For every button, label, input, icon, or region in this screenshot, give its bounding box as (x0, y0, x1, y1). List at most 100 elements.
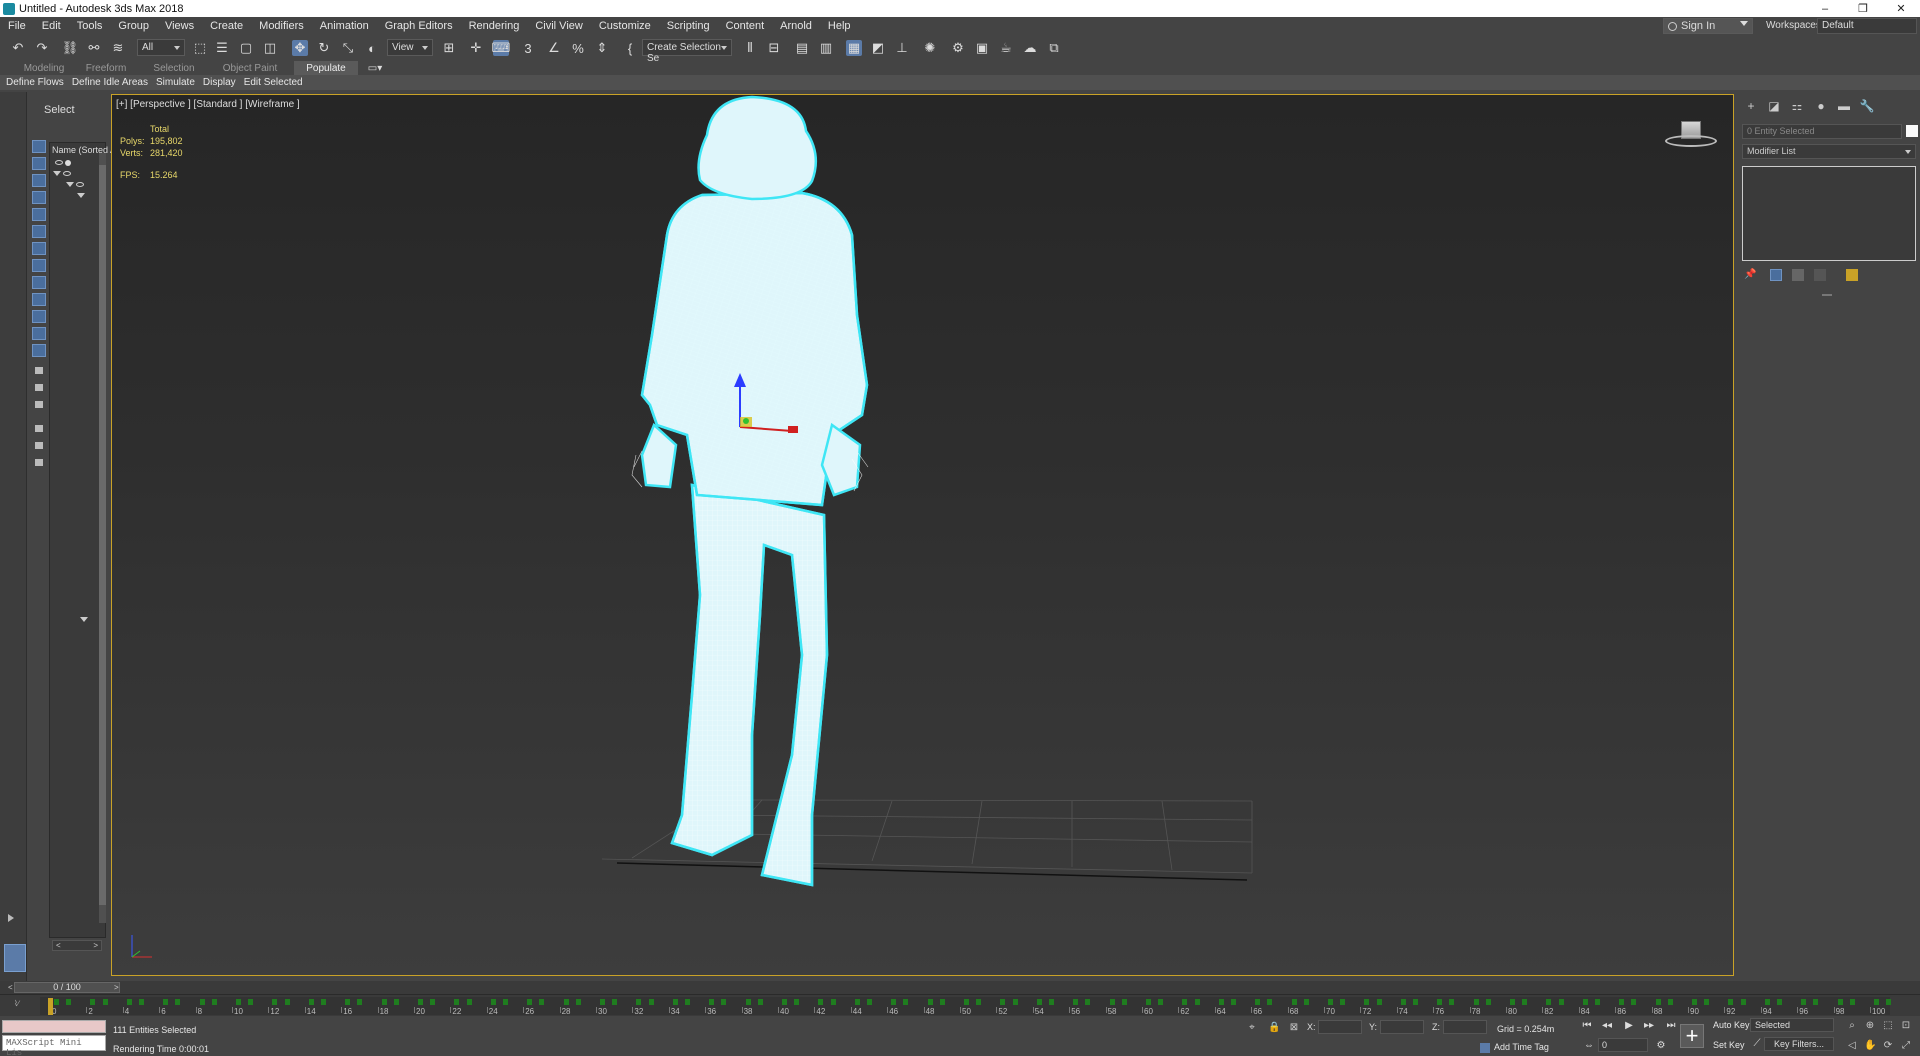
menu-group[interactable]: Group (110, 20, 157, 32)
animation-key[interactable] (612, 999, 618, 1005)
animation-key[interactable] (1595, 999, 1600, 1005)
animation-key[interactable] (563, 999, 569, 1005)
render-iterative-icon[interactable]: ☁ (1022, 40, 1038, 56)
animation-key[interactable] (1886, 999, 1892, 1005)
animation-key[interactable] (1194, 999, 1200, 1005)
visibility-icon[interactable] (76, 182, 84, 187)
animation-key[interactable] (1582, 999, 1588, 1005)
render-icon[interactable] (65, 159, 71, 166)
animation-key[interactable] (1473, 999, 1479, 1005)
maximize-viewport-icon[interactable]: ⤢ (1900, 1040, 1912, 1052)
render-production-icon[interactable]: ☕ (998, 40, 1014, 56)
animation-key[interactable] (1740, 999, 1746, 1005)
animation-key[interactable] (794, 999, 800, 1005)
animation-key[interactable] (1158, 999, 1164, 1005)
filter-shapes-icon[interactable] (32, 157, 46, 170)
workspace-dropdown[interactable]: Default (1817, 18, 1917, 34)
auto-key-button[interactable]: Auto Key (1713, 1020, 1750, 1030)
animation-key[interactable] (102, 999, 108, 1005)
select-manipulate-icon[interactable]: ✛ (468, 40, 484, 56)
animation-key[interactable] (1655, 999, 1661, 1005)
animation-key[interactable] (1777, 999, 1782, 1005)
animation-key[interactable] (685, 999, 690, 1005)
next-frame-icon[interactable]: ▸▸ (1642, 1020, 1656, 1032)
modifier-stack[interactable] (1742, 166, 1916, 261)
zoom-extents-all-icon[interactable]: ⊡ (1900, 1020, 1912, 1032)
scene-explorer-list[interactable]: Name (Sorted Ascending) (49, 142, 155, 938)
dropdown-arrow-icon[interactable] (80, 617, 88, 622)
redo-icon[interactable]: ↷ (34, 40, 50, 56)
animation-key[interactable] (1328, 999, 1333, 1005)
animation-key[interactable] (381, 999, 387, 1005)
animation-key[interactable] (1849, 999, 1855, 1005)
select-and-scale-icon[interactable]: ⤡ (340, 40, 356, 56)
track-bar[interactable]: ⌇∕ 0 2 4 6 8 10 12 14 16 18 20 22 24 26 28 30 32 34 36 38 40… (0, 994, 1920, 1016)
animation-key[interactable] (1340, 999, 1346, 1005)
hierarchy-tab-icon[interactable]: ⚏ (1788, 98, 1806, 114)
key-tangent-icon[interactable]: ⟋ (1750, 1038, 1764, 1050)
key-mode-toggle-icon[interactable]: ⇔ (1582, 1040, 1596, 1052)
animation-key[interactable] (709, 999, 715, 1005)
x-coordinate-field[interactable] (1318, 1020, 1362, 1034)
animation-key[interactable] (1000, 999, 1006, 1005)
animation-key[interactable] (199, 999, 205, 1005)
animation-key[interactable] (236, 999, 241, 1005)
animation-key[interactable] (1437, 999, 1443, 1005)
animation-key[interactable] (211, 999, 217, 1005)
window-crossing-icon[interactable]: ◫ (262, 40, 278, 56)
pivot-center-icon[interactable]: ⊞ (441, 40, 457, 56)
filter-cameras-icon[interactable] (32, 191, 46, 204)
reference-coordinate-dropdown[interactable]: View (387, 39, 433, 56)
animation-key[interactable] (1049, 999, 1054, 1005)
animation-key[interactable] (1728, 999, 1734, 1005)
tab-freeform[interactable]: Freeform (76, 61, 136, 75)
named-selection-dropdown[interactable]: Create Selection Se (642, 39, 732, 64)
animation-key[interactable] (1109, 999, 1115, 1005)
define-flows-button[interactable]: Define Flows (6, 77, 64, 88)
select-by-name-icon[interactable]: ☰ (214, 40, 230, 56)
horizontal-scrollbar[interactable]: < > (52, 940, 102, 951)
animation-key[interactable] (527, 999, 533, 1005)
animation-key[interactable] (490, 999, 496, 1005)
play-icon[interactable]: ▶ (1622, 1020, 1636, 1032)
pin-stack-icon[interactable]: 📌 (1744, 269, 1756, 281)
animation-key[interactable] (1692, 999, 1697, 1005)
animation-key[interactable] (830, 999, 836, 1005)
menu-modifiers[interactable]: Modifiers (251, 20, 312, 32)
curve-editor-icon[interactable]: ◩ (870, 40, 886, 56)
spinner-snap-icon[interactable]: ⇕ (594, 40, 610, 56)
animation-key[interactable] (1267, 999, 1273, 1005)
animation-key[interactable] (1231, 999, 1236, 1005)
previous-frame-icon[interactable]: ◂◂ (1600, 1020, 1614, 1032)
menu-create[interactable]: Create (202, 20, 251, 32)
filter-frozen-icon[interactable] (32, 310, 46, 323)
animation-key[interactable] (1085, 999, 1091, 1005)
animation-key[interactable] (1073, 999, 1079, 1005)
animation-key[interactable] (867, 999, 872, 1005)
zoom-icon[interactable]: ⌕ (1846, 1020, 1858, 1032)
filter-space-warps-icon[interactable] (32, 225, 46, 238)
snaps-toggle-icon[interactable]: 3 (520, 40, 536, 56)
invert-display-icon[interactable] (32, 381, 46, 394)
bind-space-warp-icon[interactable]: ≋ (110, 40, 126, 56)
animation-key[interactable] (248, 999, 254, 1005)
material-editor-icon[interactable]: ✺ (922, 40, 938, 56)
show-end-result-icon[interactable] (1770, 269, 1782, 281)
select-and-place-icon[interactable]: ◐ (364, 40, 380, 56)
set-key-button[interactable]: Set Key (1713, 1040, 1745, 1050)
display-none-icon[interactable] (32, 364, 46, 377)
create-tab-icon[interactable]: + (1742, 98, 1760, 114)
scene-explorer-title[interactable]: Select (44, 104, 75, 116)
animation-key[interactable] (272, 999, 278, 1005)
animation-key[interactable] (163, 999, 169, 1005)
filter-bones-icon[interactable] (32, 276, 46, 289)
animation-key[interactable] (1291, 999, 1297, 1005)
menu-scripting[interactable]: Scripting (659, 20, 718, 32)
animation-key[interactable] (308, 999, 314, 1005)
animation-key[interactable] (636, 999, 642, 1005)
restore-button[interactable]: ❐ (1844, 0, 1882, 17)
toggle-ribbon-icon[interactable]: ▦ (846, 40, 862, 56)
current-frame-marker[interactable] (48, 998, 53, 1015)
animation-key[interactable] (648, 999, 654, 1005)
perspective-viewport[interactable]: [+] [Perspective ] [Standard ] [Wirefram… (111, 94, 1734, 976)
